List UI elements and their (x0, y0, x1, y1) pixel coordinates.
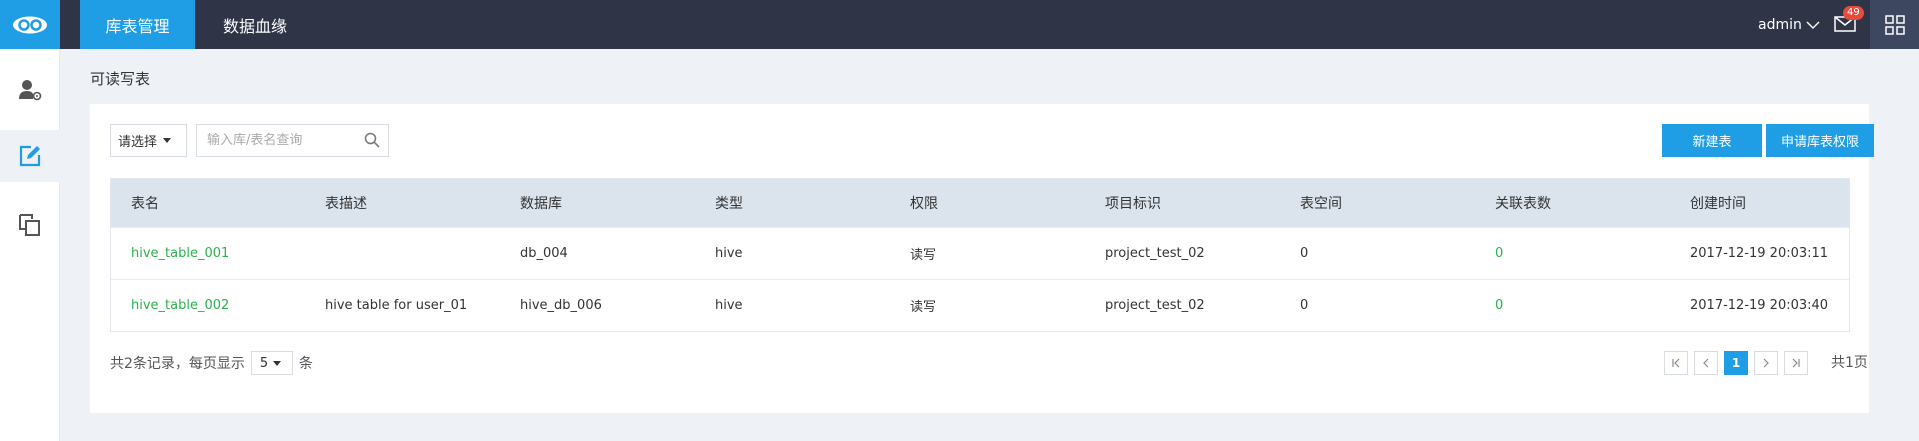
table-name-link[interactable]: hive_table_001 (131, 228, 229, 279)
records-text: 共2条记录，每页显示 (110, 356, 245, 372)
column-header[interactable]: 表描述 (325, 179, 367, 227)
user-settings-icon (19, 80, 42, 101)
table-cell: project_test_02 (1105, 298, 1205, 313)
mail-count-badge: 49 (1843, 6, 1864, 20)
table-cell: project_test_02 (1105, 246, 1205, 261)
chevron-right-icon (1763, 358, 1769, 368)
tab-data-lineage[interactable]: 数据血缘 (203, 0, 307, 49)
table-name-link[interactable]: hive_table_002 (131, 280, 229, 331)
column-header[interactable]: 创建时间 (1690, 179, 1746, 227)
pagination: 1 (1664, 351, 1808, 375)
related-count-link[interactable]: 0 (1495, 228, 1503, 279)
caret-down-icon (273, 360, 282, 366)
search-box (196, 124, 389, 157)
apps-grid-button[interactable] (1870, 0, 1919, 49)
tab-table-management[interactable]: 库表管理 (80, 0, 195, 49)
sidebar-item-copy[interactable] (0, 199, 60, 251)
page-size-select[interactable]: 5 (250, 351, 293, 375)
column-header[interactable]: 权限 (910, 179, 938, 227)
top-navigation-bar: 库表管理 数据血缘 admin 49 (0, 0, 1919, 49)
last-page-icon (1792, 358, 1800, 368)
page-number-current[interactable]: 1 (1724, 351, 1748, 375)
sidebar-item-edit[interactable] (0, 130, 60, 182)
records-summary: 共2条记录，每页显示 5 条 (110, 351, 313, 375)
last-page-button[interactable] (1784, 351, 1808, 375)
prev-page-button[interactable] (1694, 351, 1718, 375)
page-title: 可读写表 (90, 70, 151, 88)
search-input[interactable] (197, 125, 357, 156)
user-menu[interactable]: admin (1758, 0, 1820, 49)
username: admin (1758, 16, 1802, 33)
table-cell: 2017-12-19 20:03:40 (1690, 298, 1829, 313)
sidebar-item-user-settings[interactable] (0, 64, 60, 116)
next-page-button[interactable] (1754, 351, 1778, 375)
table-cell: hive table for user_01 (325, 298, 468, 313)
table-cell: 读写 (910, 248, 937, 263)
grid-icon (1884, 14, 1905, 35)
column-header[interactable]: 数据库 (520, 179, 562, 227)
tables-table: 表名 表描述 数据库 类型 权限 项目标识 表空间 关联表数 创建时间 hive… (110, 178, 1850, 332)
filter-select-label: 请选择 (118, 135, 158, 150)
apply-permission-button[interactable]: 申请库表权限 (1766, 124, 1874, 157)
table-cell: hive_db_006 (520, 298, 602, 313)
records-unit: 条 (298, 356, 313, 372)
first-page-icon (1672, 358, 1680, 368)
chevron-down-icon (1806, 21, 1820, 29)
table-header: 表名 表描述 数据库 类型 权限 项目标识 表空间 关联表数 创建时间 (111, 179, 1849, 227)
table-cell: 0 (1300, 298, 1309, 313)
copy-icon (19, 214, 40, 236)
page-size-value: 5 (259, 355, 269, 371)
new-table-button[interactable]: 新建表 (1662, 124, 1762, 157)
search-icon[interactable] (364, 132, 380, 148)
table-cell: hive (715, 246, 743, 261)
table-row: hive_table_002 hive table for user_01 hi… (111, 279, 1849, 331)
table-cell: 2017-12-19 20:03:11 (1690, 246, 1829, 261)
total-pages: 共1页 (1831, 355, 1868, 371)
table-row: hive_table_001 db_004 hive 读写 project_te… (111, 227, 1849, 279)
related-count-link[interactable]: 0 (1495, 280, 1503, 331)
filter-select[interactable]: 请选择 (110, 124, 187, 157)
caret-down-icon (163, 138, 172, 143)
edit-icon (19, 145, 41, 167)
column-header[interactable]: 类型 (715, 179, 743, 227)
table-cell: hive (715, 298, 743, 313)
column-header[interactable]: 表空间 (1300, 179, 1342, 227)
table-cell: 0 (1300, 246, 1309, 261)
sidebar (0, 49, 60, 441)
table-cell: 读写 (910, 300, 937, 315)
column-header[interactable]: 关联表数 (1495, 179, 1551, 227)
column-header[interactable]: 项目标识 (1105, 179, 1161, 227)
content-card: 请选择 新建表 申请库表权限 表名 表描述 数据库 类型 权限 项目标识 表空间… (90, 104, 1874, 413)
column-header[interactable]: 表名 (131, 179, 159, 227)
first-page-button[interactable] (1664, 351, 1688, 375)
chevron-left-icon (1703, 358, 1709, 368)
logo-icon (13, 16, 47, 33)
table-cell: db_004 (520, 246, 568, 261)
app-logo[interactable] (0, 0, 60, 49)
